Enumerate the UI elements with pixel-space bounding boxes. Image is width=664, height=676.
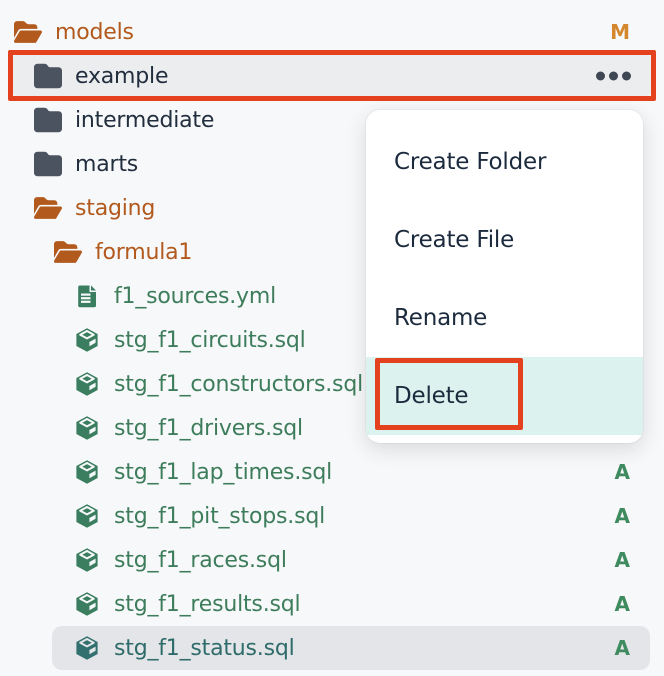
folder-label: intermediate <box>75 108 214 133</box>
file-label: stg_f1_results.sql <box>114 592 300 617</box>
folder-label: marts <box>75 152 138 177</box>
model-cube-icon <box>73 326 101 354</box>
more-options-icon[interactable] <box>596 72 631 81</box>
folder-open-icon <box>34 194 62 222</box>
model-cube-icon <box>73 590 101 618</box>
tree-row-stg-f1-results[interactable]: stg_f1_results.sql A <box>0 582 664 626</box>
folder-open-icon <box>54 238 82 266</box>
file-label: stg_f1_constructors.sql <box>114 372 363 397</box>
tree-row-models[interactable]: models M <box>0 10 664 54</box>
tree-row-stg-f1-races[interactable]: stg_f1_races.sql A <box>0 538 664 582</box>
file-tree-panel: models M example intermediate marts stag… <box>0 0 664 676</box>
menu-item-create-folder[interactable]: Create Folder <box>366 123 643 201</box>
git-status-badge: A <box>615 450 630 494</box>
folder-closed-icon <box>34 62 62 90</box>
git-status-badge: A <box>615 626 630 670</box>
tree-row-example[interactable]: example <box>0 54 664 98</box>
menu-item-rename[interactable]: Rename <box>366 279 643 357</box>
folder-label: staging <box>75 196 155 221</box>
folder-label: formula1 <box>95 240 192 265</box>
file-label: stg_f1_lap_times.sql <box>114 460 332 485</box>
menu-item-create-file[interactable]: Create File <box>366 201 643 279</box>
file-label: stg_f1_status.sql <box>114 636 295 661</box>
folder-closed-icon <box>34 106 62 134</box>
model-cube-icon <box>73 414 101 442</box>
model-cube-icon <box>73 458 101 486</box>
git-status-badge: A <box>615 582 630 626</box>
git-status-badge: A <box>615 538 630 582</box>
file-label: stg_f1_races.sql <box>114 548 287 573</box>
file-label: stg_f1_pit_stops.sql <box>114 504 325 529</box>
tree-row-stg-f1-lap-times[interactable]: stg_f1_lap_times.sql A <box>0 450 664 494</box>
file-label: stg_f1_drivers.sql <box>114 416 303 441</box>
model-cube-icon <box>73 502 101 530</box>
model-cube-icon <box>73 370 101 398</box>
folder-label: models <box>55 20 134 45</box>
context-menu: Create Folder Create File Rename Delete <box>366 110 643 443</box>
file-label: stg_f1_circuits.sql <box>114 328 306 353</box>
model-cube-icon <box>73 546 101 574</box>
folder-open-icon <box>14 18 42 46</box>
git-status-badge: A <box>615 494 630 538</box>
menu-item-delete[interactable]: Delete <box>366 357 643 435</box>
tree-row-stg-f1-status[interactable]: stg_f1_status.sql A <box>0 626 664 670</box>
folder-closed-icon <box>34 150 62 178</box>
file-label: f1_sources.yml <box>114 284 276 309</box>
model-cube-icon <box>73 634 101 662</box>
yml-file-icon <box>73 282 101 310</box>
folder-label: example <box>75 64 168 89</box>
git-status-badge: M <box>610 10 630 54</box>
tree-row-stg-f1-pit-stops[interactable]: stg_f1_pit_stops.sql A <box>0 494 664 538</box>
